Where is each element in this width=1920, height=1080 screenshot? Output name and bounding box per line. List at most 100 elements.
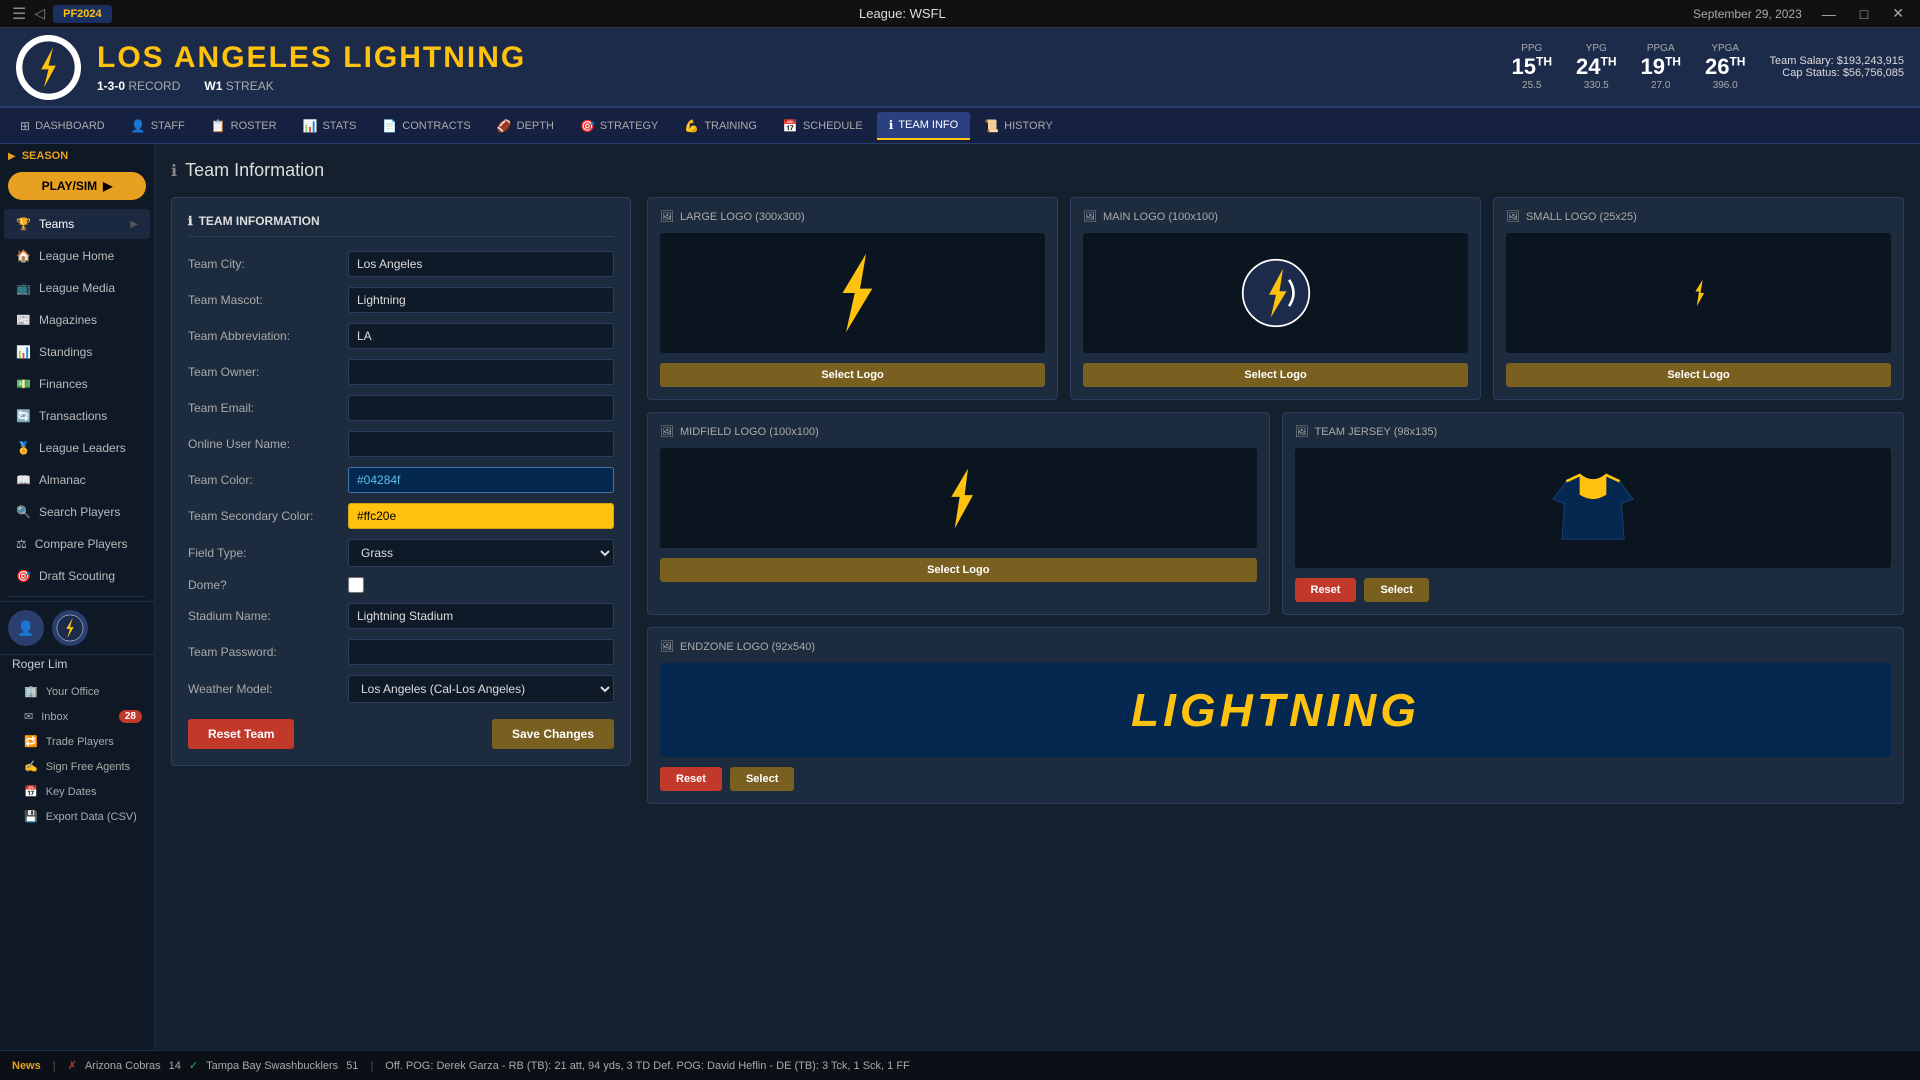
sidebar-sub-sign-free-agents[interactable]: ✍ Sign Free Agents: [0, 754, 154, 779]
team-avatar-small: [52, 610, 88, 646]
sidebar-sub-key-dates[interactable]: 📅 Key Dates: [0, 779, 154, 804]
select-large-logo-button[interactable]: Select Logo: [660, 363, 1045, 387]
field-type-row: Field Type: Grass Turf FieldTurf: [188, 539, 614, 567]
jersey-actions: Reset Select: [1295, 578, 1892, 602]
home-team-indicator: ✓: [189, 1059, 198, 1072]
compare-players-icon: ⚖: [16, 537, 27, 551]
league-media-icon: 📺: [16, 281, 31, 295]
select-small-logo-button[interactable]: Select Logo: [1506, 363, 1891, 387]
weather-label: Weather Model:: [188, 682, 348, 696]
tab-history[interactable]: 📜HISTORY: [972, 113, 1064, 139]
sidebar-item-draft-scouting[interactable]: 🎯 Draft Scouting: [4, 561, 150, 591]
tab-depth[interactable]: 🏈DEPTH: [485, 113, 566, 139]
sidebar-sub-trade-players[interactable]: 🔁 Trade Players: [0, 729, 154, 754]
midfield-logo-header: 🖼 MIDFIELD LOGO (100x100): [660, 425, 1257, 438]
tab-roster[interactable]: 📋ROSTER: [199, 113, 289, 139]
news-tag: News: [12, 1060, 41, 1072]
tab-staff[interactable]: 👤STAFF: [119, 113, 197, 139]
home-team: Tampa Bay Swashbucklers: [206, 1060, 338, 1072]
teams-icon: 🏆: [16, 217, 31, 231]
info-icon: ℹ: [171, 161, 177, 181]
tab-schedule[interactable]: 📅SCHEDULE: [771, 113, 875, 139]
sidebar-sub-your-office[interactable]: 🏢 Your Office: [0, 679, 154, 704]
city-input[interactable]: [348, 251, 614, 277]
menu-icon[interactable]: ☰: [12, 4, 26, 24]
ypg-stat: YPG 24TH 330.5: [1576, 43, 1616, 91]
league-title: League: WSFL: [859, 6, 946, 21]
city-row: Team City:: [188, 251, 614, 277]
mascot-input[interactable]: [348, 287, 614, 313]
back-icon[interactable]: ◁: [34, 5, 45, 22]
almanac-icon: 📖: [16, 473, 31, 487]
play-sim-button[interactable]: PLAY/SIM ▶: [8, 172, 146, 200]
main-logo-display: [1083, 233, 1468, 353]
password-row: Team Password:: [188, 639, 614, 665]
stadium-input[interactable]: [348, 603, 614, 629]
tab-training[interactable]: 💪TRAINING: [672, 113, 769, 139]
save-changes-button[interactable]: Save Changes: [492, 719, 614, 749]
tab-dashboard[interactable]: ⊞DASHBOARD: [8, 113, 117, 139]
dome-checkbox[interactable]: [348, 577, 364, 593]
abbr-input[interactable]: [348, 323, 614, 349]
tab-contracts[interactable]: 📄CONTRACTS: [370, 113, 482, 139]
inbox-badge: 28: [119, 710, 142, 723]
sidebar-sub-export-data[interactable]: 💾 Export Data (CSV): [0, 804, 154, 829]
sidebar-item-search-players[interactable]: 🔍 Search Players: [4, 497, 150, 527]
sidebar-divider: [8, 596, 146, 597]
endzone-panel: 🖼 ENDZONE LOGO (92x540) LIGHTNING Reset …: [647, 627, 1904, 804]
user-name-display: Roger Lim: [0, 655, 154, 679]
magazines-icon: 📰: [16, 313, 31, 327]
close-button[interactable]: ✕: [1888, 5, 1908, 22]
jersey-reset-button[interactable]: Reset: [1295, 578, 1357, 602]
stadium-label: Stadium Name:: [188, 609, 348, 623]
jersey-icon: 🖼: [1295, 425, 1309, 438]
color-input[interactable]: [348, 467, 614, 493]
email-label: Team Email:: [188, 401, 348, 415]
sidebar-item-magazines[interactable]: 📰 Magazines: [4, 305, 150, 335]
reset-team-button[interactable]: Reset Team: [188, 719, 294, 749]
tab-stats[interactable]: 📊STATS: [291, 113, 369, 139]
main-logo-panel: 🖼 MAIN LOGO (100x100) Select Logo: [1070, 197, 1481, 400]
form-actions: Reset Team Save Changes: [188, 719, 614, 749]
logo-grid-top: 🖼 LARGE LOGO (300x300) Select Logo: [647, 197, 1904, 400]
search-players-icon: 🔍: [16, 505, 31, 519]
sidebar-item-league-home[interactable]: 🏠 League Home: [4, 241, 150, 271]
sidebar-item-league-leaders[interactable]: 🏅 League Leaders: [4, 433, 150, 463]
jersey-select-button[interactable]: Select: [1364, 578, 1428, 602]
app-logo: PF2024: [53, 5, 112, 23]
password-label: Team Password:: [188, 645, 348, 659]
field-type-select[interactable]: Grass Turf FieldTurf: [348, 539, 614, 567]
sidebar-item-teams[interactable]: 🏆 Teams ▶: [4, 209, 150, 239]
tab-teaminfo[interactable]: ℹTEAM INFO: [877, 112, 970, 140]
sidebar-sub-inbox[interactable]: ✉ Inbox 28: [0, 704, 154, 729]
maximize-button[interactable]: □: [1856, 6, 1872, 22]
team-name-block: LOS ANGELES LIGHTNING 1-3-0 RECORD W1 ST…: [97, 41, 526, 93]
secondary-color-label: Team Secondary Color:: [188, 509, 348, 523]
endzone-reset-button[interactable]: Reset: [660, 767, 722, 791]
sidebar-item-compare-players[interactable]: ⚖ Compare Players: [4, 529, 150, 559]
team-logo: [16, 35, 81, 100]
sidebar-item-almanac[interactable]: 📖 Almanac: [4, 465, 150, 495]
secondary-color-input[interactable]: [348, 503, 614, 529]
sidebar-item-league-media[interactable]: 📺 League Media: [4, 273, 150, 303]
select-main-logo-button[interactable]: Select Logo: [1083, 363, 1468, 387]
owner-input[interactable]: [348, 359, 614, 385]
ticker-text: Off. POG: Derek Garza - RB (TB): 21 att,…: [385, 1060, 909, 1072]
tab-strategy[interactable]: 🎯STRATEGY: [568, 113, 670, 139]
email-input[interactable]: [348, 395, 614, 421]
topbar-left: ☰ ◁ PF2024: [12, 4, 112, 24]
salary-block: Team Salary: $193,243,915 Cap Status: $5…: [1769, 55, 1904, 79]
endzone-select-button[interactable]: Select: [730, 767, 794, 791]
ppga-stat: PPGA 19TH 27.0: [1640, 43, 1680, 91]
team-header: LOS ANGELES LIGHTNING 1-3-0 RECORD W1 ST…: [0, 28, 1920, 108]
sidebar-item-transactions[interactable]: 🔄 Transactions: [4, 401, 150, 431]
sidebar-item-standings[interactable]: 📊 Standings: [4, 337, 150, 367]
password-input[interactable]: [348, 639, 614, 665]
minimize-button[interactable]: —: [1818, 6, 1840, 22]
select-midfield-logo-button[interactable]: Select Logo: [660, 558, 1257, 582]
username-input[interactable]: [348, 431, 614, 457]
city-label: Team City:: [188, 257, 348, 271]
standings-icon: 📊: [16, 345, 31, 359]
weather-select[interactable]: Los Angeles (Cal-Los Angeles): [348, 675, 614, 703]
sidebar-item-finances[interactable]: 💵 Finances: [4, 369, 150, 399]
